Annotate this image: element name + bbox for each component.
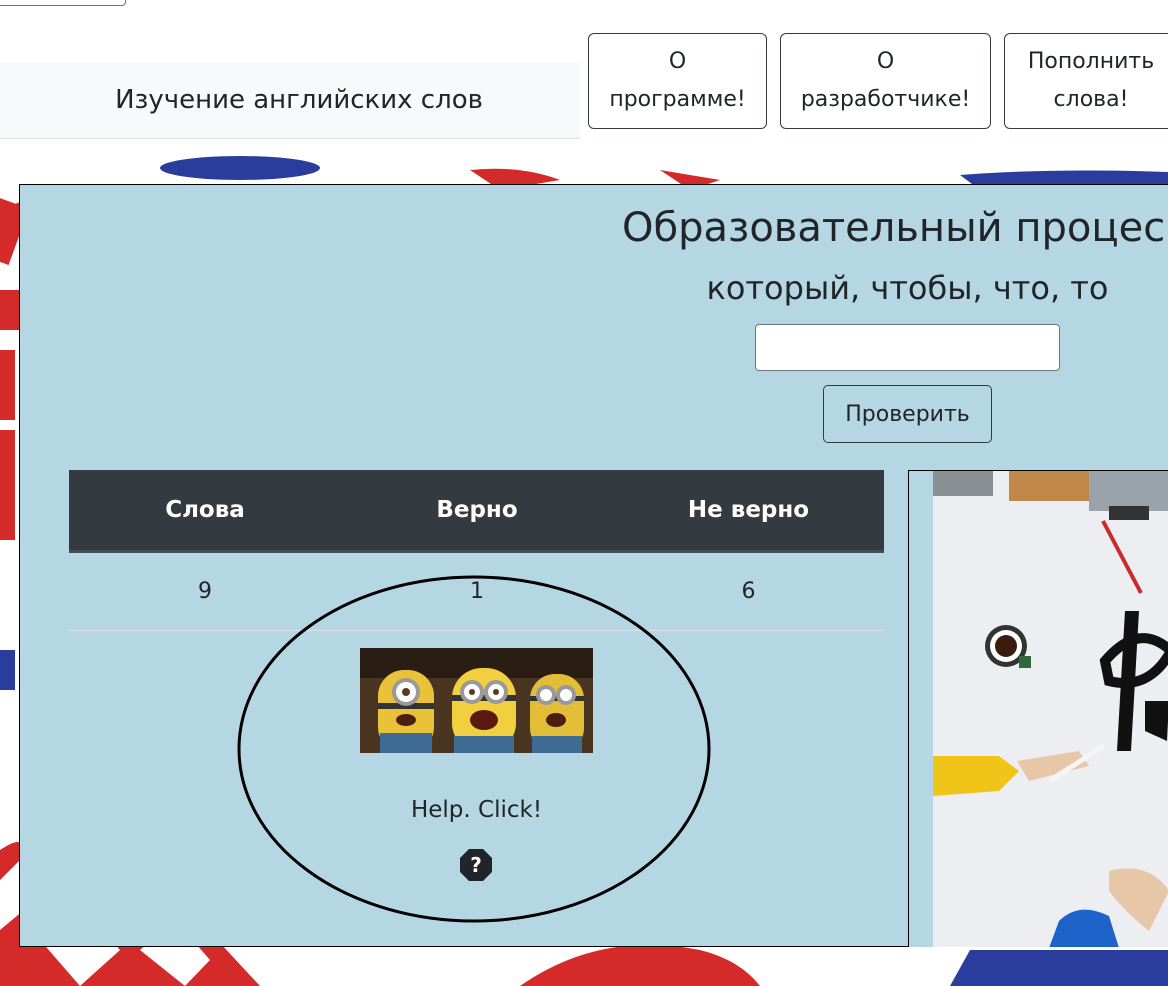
- quiz-title: Образовательный процес: [622, 205, 1166, 251]
- header-words: Слова: [69, 470, 341, 553]
- side-photo: [908, 470, 1168, 947]
- quiz-word: который, чтобы, что, то: [706, 269, 1109, 307]
- quiz-card: Образовательный процес который, чтобы, ч…: [19, 184, 1168, 947]
- check-button[interactable]: Проверить: [823, 385, 992, 443]
- add-words-button[interactable]: Пополнить слова!: [1004, 33, 1168, 129]
- partial-top-button[interactable]: [0, 0, 126, 6]
- navbar-brand: Изучение английских слов: [0, 62, 580, 139]
- about-developer-line1: О: [876, 49, 895, 74]
- about-program-button[interactable]: Опрограмме!: [588, 33, 767, 129]
- add-words-line2: слова!: [1053, 87, 1129, 112]
- add-words-line1: Пополнить: [1027, 49, 1155, 74]
- about-program-line2: программе!: [609, 87, 746, 112]
- about-developer-line2: разработчике!: [800, 87, 971, 112]
- about-developer-button[interactable]: Оразработчике!: [780, 33, 991, 129]
- answer-input[interactable]: [755, 324, 1060, 371]
- help-ellipse: [237, 575, 711, 923]
- header-correct: Верно: [340, 470, 613, 553]
- about-program-line1: О: [668, 49, 687, 74]
- brand-title: Изучение английских слов: [115, 85, 483, 115]
- header-incorrect: Не верно: [612, 470, 884, 553]
